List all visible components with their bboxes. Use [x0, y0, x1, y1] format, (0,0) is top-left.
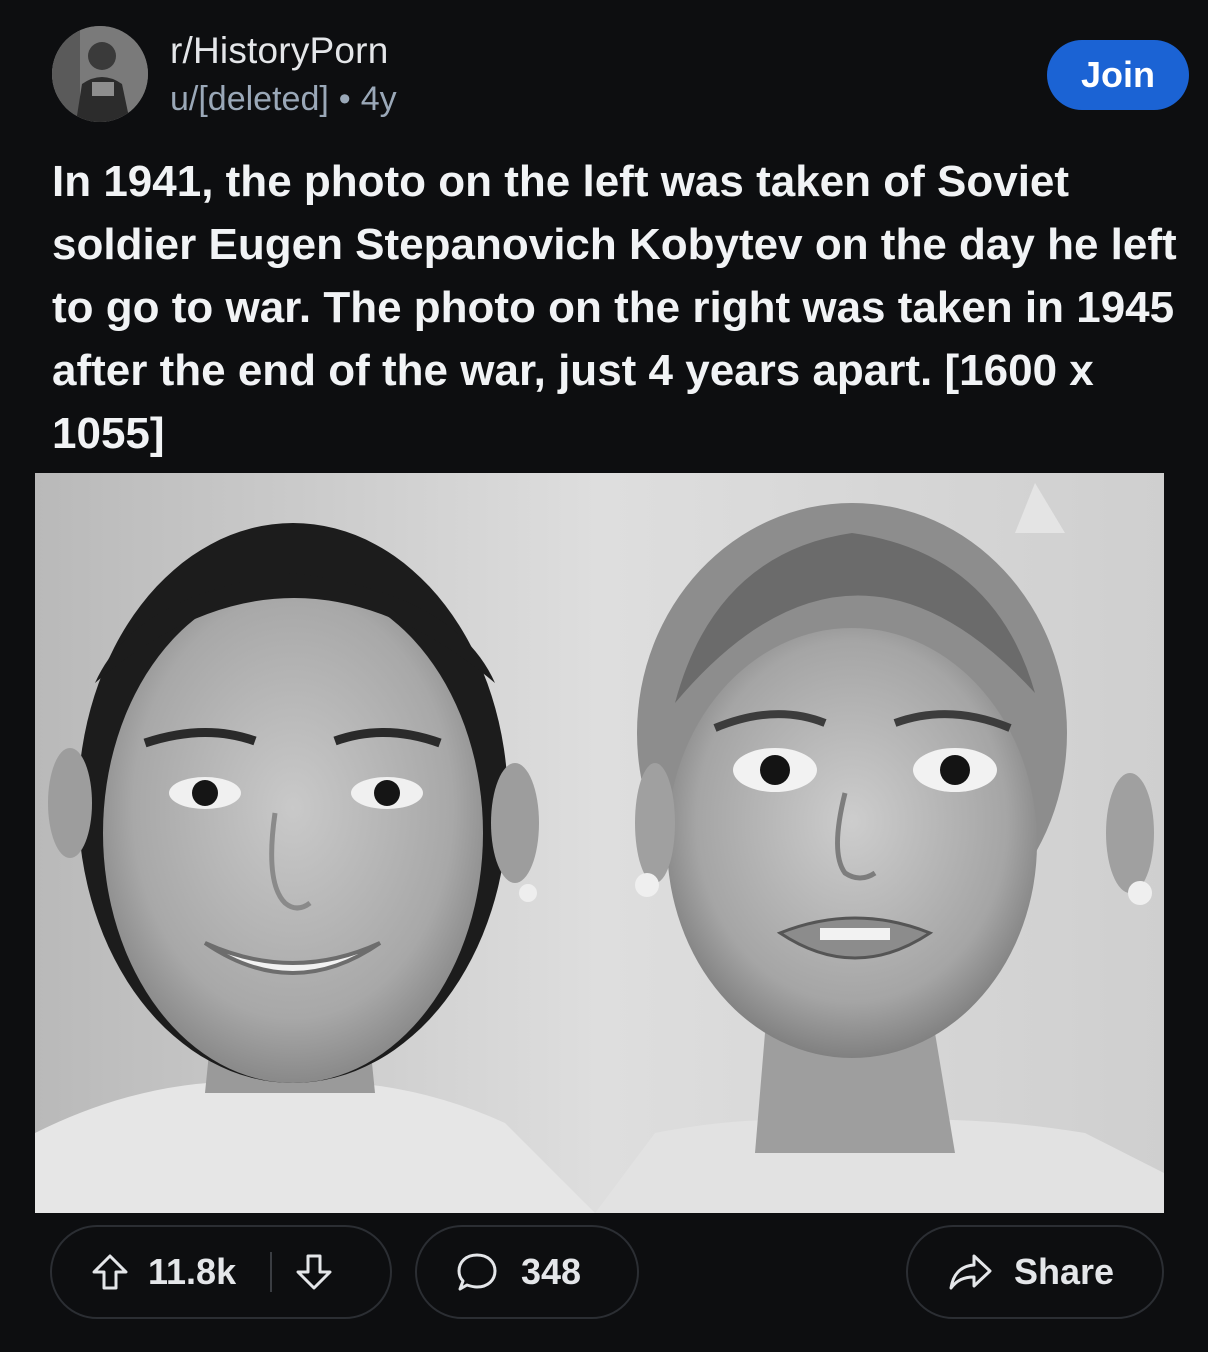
- post-age: 4y: [360, 80, 397, 118]
- upvote-count: 11.8k: [148, 1251, 237, 1292]
- post-meta: u/[deleted] • 4y: [170, 80, 397, 119]
- post-title[interactable]: In 1941, the photo on the left was taken…: [52, 150, 1182, 465]
- post-image[interactable]: [35, 473, 1164, 1213]
- speech-bubble-icon: [455, 1250, 499, 1294]
- share-arrow-icon: [948, 1252, 992, 1292]
- vote-divider: [270, 1252, 273, 1292]
- vote-pill: 11.8k: [50, 1225, 392, 1319]
- comment-count: 348: [521, 1251, 582, 1292]
- action-bar: 11.8k 348 Share: [0, 1225, 1208, 1325]
- post-card: r/HistoryPorn u/[deleted] • 4y Join In 194…: [0, 0, 1208, 1352]
- share-label: Share: [1014, 1251, 1115, 1292]
- meta-separator: •: [338, 80, 351, 118]
- share-button[interactable]: Share: [906, 1225, 1164, 1319]
- arrow-up-icon[interactable]: [90, 1252, 130, 1292]
- subreddit-avatar[interactable]: [52, 26, 148, 122]
- author-name[interactable]: u/[deleted]: [170, 80, 329, 118]
- arrow-down-icon[interactable]: [294, 1252, 334, 1292]
- join-button[interactable]: Join: [1047, 40, 1189, 110]
- subreddit-name[interactable]: r/HistoryPorn: [170, 30, 388, 72]
- comment-button[interactable]: 348: [415, 1225, 639, 1319]
